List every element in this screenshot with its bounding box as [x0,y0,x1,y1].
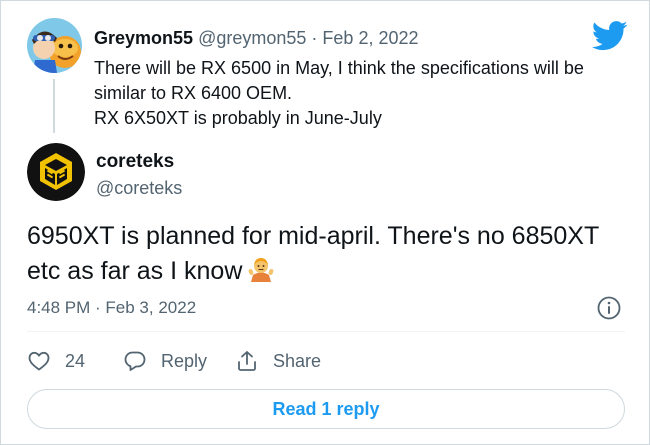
divider [27,331,625,332]
parent-text-line: RX 6X50XT is probably in June-July [94,108,382,128]
read-reply-button[interactable]: Read 1 reply [27,389,625,429]
twitter-bird-icon[interactable] [591,21,628,51]
main-display-name[interactable]: coreteks [96,151,174,173]
parent-date[interactable]: Feb 2, 2022 [322,28,418,48]
main-avatar[interactable] [27,143,85,201]
like-count: 24 [65,350,86,371]
parent-text-line: similar to RX 6400 OEM. [94,83,293,103]
heart-icon [28,351,50,371]
parent-avatar[interactable] [27,18,82,73]
main-text-line: 6950XT is planned for mid-april. There's… [27,222,600,250]
main-text-line: etc as far as I know [27,257,243,285]
share-button[interactable]: Share [235,346,321,376]
parent-text-line: There will be RX 6500 in May, I think th… [94,58,584,78]
parent-tweet-text: There will be RX 6500 in May, I think th… [94,56,624,131]
parent-display-name[interactable]: Greymon55 [94,28,193,48]
reply-label: Reply [161,350,208,371]
main-text-line-2: etc as far as I know [27,254,627,289]
header-separator: · [311,28,318,48]
like-button[interactable]: 24 [27,346,85,376]
reply-bubble-icon [124,351,146,371]
info-icon[interactable] [596,295,622,321]
parent-handle[interactable]: @greymon55 [198,28,306,48]
main-handle[interactable]: @coreteks [96,177,182,199]
parent-tweet-header: Greymon55 @greymon55 · Feb 2, 2022 [94,27,419,49]
tweet-timestamp[interactable]: 4:48 PM · Feb 3, 2022 [27,297,196,319]
embedded-tweet-card: Greymon55 @greymon55 · Feb 2, 2022 There… [0,0,650,445]
reply-button[interactable]: Reply [123,346,207,376]
share-icon [238,351,256,371]
main-tweet-text: 6950XT is planned for mid-april. There's… [27,219,627,289]
thread-connector-line [53,79,55,133]
person-shrugging-emoji [248,256,274,284]
share-label: Share [273,350,322,371]
read-reply-label: Read 1 reply [272,398,380,419]
